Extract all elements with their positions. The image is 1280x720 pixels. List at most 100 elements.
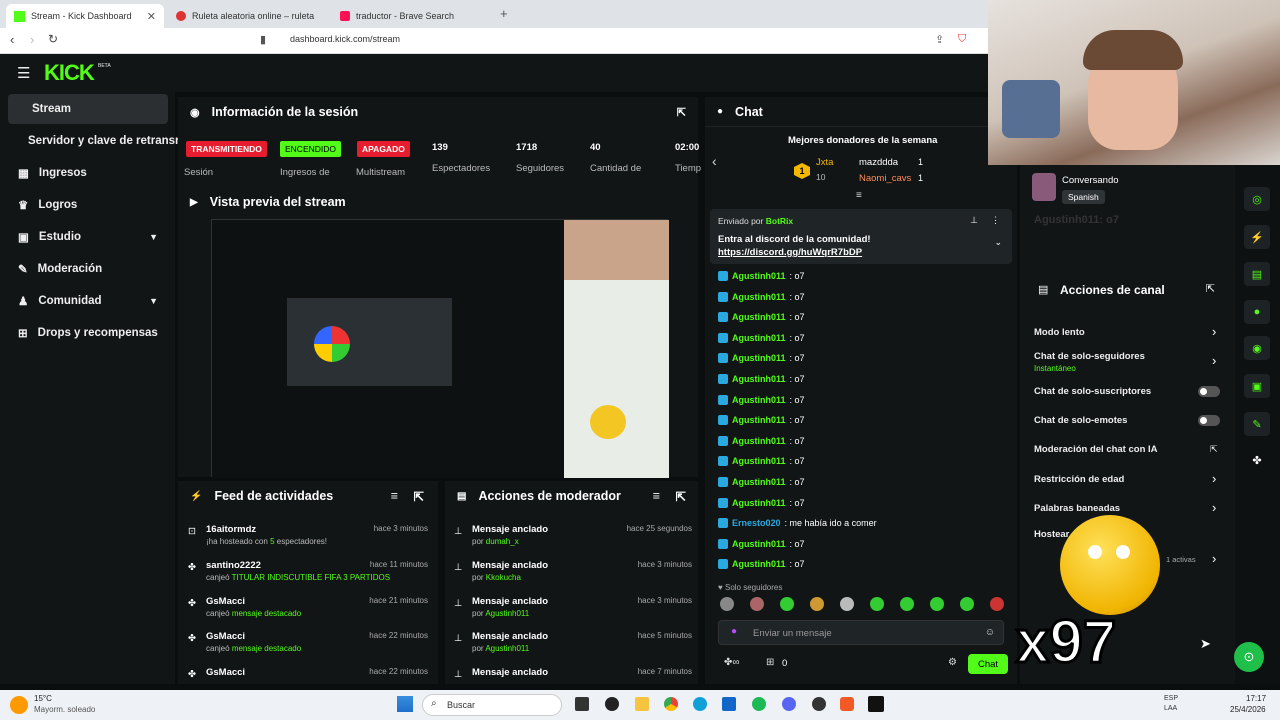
spotify-icon[interactable] [752, 697, 766, 711]
filter-icon[interactable]: ≡ [653, 489, 660, 503]
mod-user[interactable]: Kkokucha [486, 573, 521, 582]
feed-user[interactable]: 16aitormdz [206, 524, 256, 535]
settings-gear-icon[interactable]: ⚙ [948, 657, 957, 668]
chat-username[interactable]: Agustinh011 [732, 353, 786, 363]
emote-icon[interactable] [780, 597, 794, 611]
microphone-icon[interactable]: ● [731, 626, 737, 637]
chat-input-box[interactable]: ● Enviar un mensaje ☺ [718, 620, 1004, 645]
action-subs-only[interactable]: Chat de solo-suscriptores [1034, 386, 1151, 397]
emote-icon[interactable] [990, 597, 1004, 611]
tab-ruleta[interactable]: Ruleta aleatoria online – ruleta de la [168, 4, 328, 28]
chat-username[interactable]: Agustinh011 [732, 333, 786, 343]
chat-username[interactable]: Agustinh011 [732, 395, 786, 405]
emotes-only-toggle[interactable] [1198, 415, 1220, 426]
emote-icon[interactable] [750, 597, 764, 611]
action-emotes-only[interactable]: Chat de solo-emotes [1034, 415, 1127, 426]
emote-icon[interactable] [810, 597, 824, 611]
tab-kick-dashboard[interactable]: Stream - Kick Dashboard ✕ [6, 4, 164, 28]
sidebar-item-ingresos[interactable]: ▦ Ingresos [8, 158, 168, 188]
layout-icon[interactable]: ▣ [1244, 374, 1270, 398]
language-indicator[interactable]: ESP [1164, 695, 1178, 702]
external-link-icon[interactable]: ⇱ [1210, 444, 1218, 455]
stream-preview-video[interactable] [211, 219, 669, 478]
chat-username[interactable]: Agustinh011 [732, 292, 786, 302]
chrome-icon[interactable] [664, 697, 678, 711]
reload-icon[interactable]: ↻ [48, 32, 58, 46]
chat-username[interactable]: Agustinh011 [732, 312, 786, 322]
windows-start-icon[interactable] [397, 696, 413, 712]
sidebar-item-estudio[interactable]: ▣ Estudio ▼ [8, 222, 168, 252]
action-ai-moderation[interactable]: Moderación del chat con IA [1034, 444, 1158, 455]
wrench-icon[interactable]: ✎ [1244, 412, 1270, 436]
forward-icon[interactable]: › [30, 32, 34, 47]
chat-username[interactable]: Agustinh011 [732, 374, 786, 384]
popout-icon[interactable]: ⇱ [1206, 282, 1215, 295]
file-explorer-icon[interactable] [635, 697, 649, 711]
url-input[interactable]: dashboard.kick.com/stream [290, 34, 400, 44]
popout-icon[interactable]: ⇱ [677, 106, 686, 119]
chat-username[interactable]: Agustinh011 [732, 477, 786, 487]
chat-username[interactable]: Agustinh011 [732, 415, 786, 425]
subs-only-toggle[interactable] [1198, 386, 1220, 397]
sidebar-item-stream[interactable]: Stream [8, 94, 168, 124]
donor-name[interactable]: Jxta [816, 157, 833, 168]
chat-username[interactable]: Agustinh011 [732, 456, 786, 466]
emote-icon[interactable] [720, 597, 734, 611]
feed-user[interactable]: GsMacci [206, 667, 245, 678]
feed-user[interactable]: GsMacci [206, 631, 245, 642]
mod-user[interactable]: Agustinh011 [485, 644, 529, 653]
chevron-down-icon[interactable]: ⌄ [994, 237, 1002, 248]
kick-app-icon[interactable] [868, 696, 884, 712]
language-indicator[interactable]: LAA [1164, 705, 1177, 712]
collapse-icon[interactable]: ≡ [856, 190, 862, 201]
chevron-left-icon[interactable]: ‹ [712, 153, 717, 169]
emote-icon[interactable] [960, 597, 974, 611]
feed-user[interactable]: santino2222 [206, 560, 261, 571]
weather-icon[interactable] [10, 696, 28, 714]
donor-name[interactable]: mazddda [859, 157, 898, 168]
sidebar-item-drops[interactable]: ⊞ Drops y recompensas [8, 318, 168, 348]
chat-username[interactable]: Agustinh011 [732, 498, 786, 508]
camera-icon[interactable]: ◎ [1244, 187, 1270, 211]
emote-icon[interactable] [930, 597, 944, 611]
sidebar-item-moderacion[interactable]: ✎ Moderación [8, 254, 168, 284]
sidebar-item-logros[interactable]: ♛ Logros [8, 190, 168, 220]
sidebar-item-server-key[interactable]: Servidor y clave de retransn [8, 126, 182, 156]
bookmark-icon[interactable]: ▮ [260, 33, 266, 46]
obs-icon[interactable] [812, 697, 826, 711]
donor-name[interactable]: Naomi_cavs [859, 173, 911, 184]
app-icon[interactable] [605, 697, 619, 711]
send-chat-button[interactable]: Chat [968, 654, 1008, 674]
chat-username[interactable]: Agustinh011 [732, 559, 786, 569]
chat-input-placeholder[interactable]: Enviar un mensaje [753, 628, 832, 639]
broadcast-icon[interactable]: ◉ [1244, 336, 1270, 360]
task-view-icon[interactable] [575, 697, 589, 711]
action-age-restriction[interactable]: Restricción de edad [1034, 474, 1124, 485]
chat-username[interactable]: Agustinh011 [732, 436, 786, 446]
popout-icon[interactable]: ⇱ [676, 489, 686, 504]
chat-username[interactable]: Agustinh011 [732, 271, 786, 281]
share-icon[interactable]: ⇪ [935, 33, 944, 46]
gift-icon[interactable]: ⊞ [766, 657, 774, 668]
pinned-author[interactable]: BotRix [766, 216, 793, 226]
chat-username[interactable]: Ernesto020 [732, 518, 781, 528]
filter-icon[interactable]: ≡ [391, 489, 398, 503]
taskbar-search[interactable]: ⌕ Buscar [422, 694, 562, 716]
chevron-right-icon[interactable]: › [1212, 324, 1216, 339]
emote-icon[interactable] [840, 597, 854, 611]
bolt-icon[interactable]: ⚡ [1244, 225, 1270, 249]
chevron-right-icon[interactable]: › [1212, 500, 1216, 515]
new-tab-icon[interactable]: + [500, 6, 508, 21]
kick-logo[interactable]: KICK [44, 60, 95, 86]
document-icon[interactable]: ▤ [1244, 262, 1270, 286]
chevron-right-icon[interactable]: › [1212, 551, 1216, 566]
brave-icon[interactable] [840, 697, 854, 711]
action-banned-words[interactable]: Palabras baneadas [1034, 503, 1120, 514]
chat-bubble-icon[interactable]: ● [1244, 300, 1270, 324]
back-icon[interactable]: ‹ [10, 32, 14, 47]
more-icon[interactable]: ⋮ [991, 215, 1000, 226]
close-tab-icon[interactable]: ✕ [147, 10, 156, 23]
chevron-right-icon[interactable]: › [1212, 471, 1216, 486]
sidebar-item-comunidad[interactable]: ♟ Comunidad ▼ [8, 286, 168, 316]
popout-icon[interactable]: ⇱ [414, 489, 424, 504]
